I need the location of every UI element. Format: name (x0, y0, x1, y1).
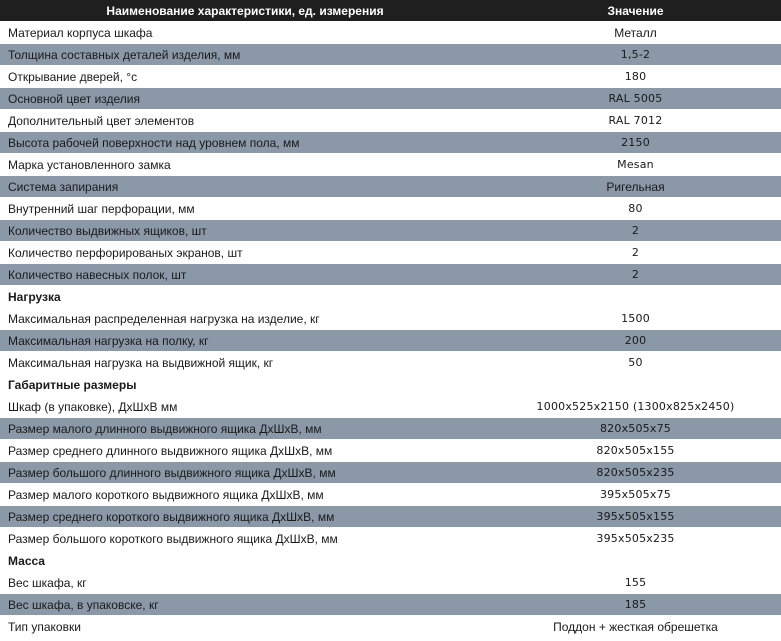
row-name: Материал корпуса шкафа (0, 21, 490, 44)
row-value: 1,5-2 (490, 43, 781, 66)
table-row: Максимальная распределенная нагрузка на … (0, 307, 781, 330)
table-row: Внутренний шаг перфорации, мм 80 (0, 197, 781, 220)
table-row: Открывание дверей, °c 180 (0, 65, 781, 88)
row-value: Металл (490, 21, 781, 44)
table-row: Основной цвет изделия RAL 5005 (0, 87, 781, 110)
row-value: 820x505x155 (490, 439, 781, 462)
row-value: 1000x525x2150 (1300x825x2450) (490, 395, 781, 418)
row-value: 395x505x235 (490, 527, 781, 550)
row-value: Mesan (490, 153, 781, 176)
spec-table: Наименование характеристики, ед. измерен… (0, 0, 781, 638)
table-row: Вес шкафа, кг 155 (0, 571, 781, 594)
row-value: 2 (490, 241, 781, 264)
row-name: Максимальная нагрузка на выдвижной ящик,… (0, 351, 490, 374)
table-row: Количество выдвижных ящиков, шт 2 (0, 219, 781, 242)
row-name: Основной цвет изделия (0, 87, 490, 110)
row-name: Внутренний шаг перфорации, мм (0, 197, 490, 220)
table-row: Максимальная нагрузка на полку, кг 200 (0, 329, 781, 352)
row-value: 185 (490, 593, 781, 616)
row-value: 180 (490, 65, 781, 88)
row-name: Количество навесных полок, шт (0, 263, 490, 286)
row-name: Размер среднего длинного выдвижного ящик… (0, 439, 490, 462)
table-header-row: Наименование характеристики, ед. измерен… (0, 0, 781, 22)
table-row: Марка установленного замка Mesan (0, 153, 781, 176)
row-name: Размер большого длинного выдвижного ящик… (0, 461, 490, 484)
section-title: Нагрузка (0, 285, 781, 308)
section-header-row: Габаритные размеры (0, 373, 781, 396)
row-name: Шкаф (в упаковке), ДхШхВ мм (0, 395, 490, 418)
table-row: Толщина составных деталей изделия, мм 1,5… (0, 43, 781, 66)
header-name-column: Наименование характеристики, ед. измерен… (0, 0, 490, 22)
row-name: Максимальная нагрузка на полку, кг (0, 329, 490, 352)
row-name: Размер большого короткого выдвижного ящи… (0, 527, 490, 550)
table-row: Дополнительный цвет элементов RAL 7012 (0, 109, 781, 132)
row-value: 820x505x235 (490, 461, 781, 484)
section-header-row: Масса (0, 549, 781, 572)
row-name: Количество перфорированых экранов, шт (0, 241, 490, 264)
row-name: Количество выдвижных ящиков, шт (0, 219, 490, 242)
table-row: Вес шкафа, в упаковске, кг 185 (0, 593, 781, 616)
table-row: Размер среднего длинного выдвижного ящик… (0, 439, 781, 462)
row-value: 1500 (490, 307, 781, 330)
row-name: Система запирания (0, 175, 490, 198)
row-value: 395x505x155 (490, 505, 781, 528)
row-name: Вес шкафа, кг (0, 571, 490, 594)
row-value: 155 (490, 571, 781, 594)
table-row: Количество навесных полок, шт 2 (0, 263, 781, 286)
row-value: 395x505x75 (490, 483, 781, 506)
section-title: Масса (0, 549, 781, 572)
row-value: 50 (490, 351, 781, 374)
table-row: Максимальная нагрузка на выдвижной ящик,… (0, 351, 781, 374)
row-value: 80 (490, 197, 781, 220)
table-row: Материал корпуса шкафа Металл (0, 21, 781, 44)
row-value: 2 (490, 219, 781, 242)
row-value: Ригельная (490, 175, 781, 198)
table-row: Тип упаковки Поддон + жесткая обрешетка (0, 615, 781, 638)
table-row: Система запирания Ригельная (0, 175, 781, 198)
row-value: Поддон + жесткая обрешетка (490, 615, 781, 638)
table-row: Размер малого короткого выдвижного ящика… (0, 483, 781, 506)
row-value: RAL 5005 (490, 87, 781, 110)
table-row: Количество перфорированых экранов, шт 2 (0, 241, 781, 264)
row-name: Размер среднего короткого выдвижного ящи… (0, 505, 490, 528)
row-name: Марка установленного замка (0, 153, 490, 176)
table-row: Высота рабочей поверхности над уровнем п… (0, 131, 781, 154)
row-name: Высота рабочей поверхности над уровнем п… (0, 131, 490, 154)
table-row: Шкаф (в упаковке), ДхШхВ мм 1000x525x2150… (0, 395, 781, 418)
row-name: Максимальная распределенная нагрузка на … (0, 307, 490, 330)
row-name: Тип упаковки (0, 615, 490, 638)
row-name: Размер малого длинного выдвижного ящика … (0, 417, 490, 440)
table-row: Размер большого короткого выдвижного ящи… (0, 527, 781, 550)
row-name: Открывание дверей, °c (0, 65, 490, 88)
table-row: Размер среднего короткого выдвижного ящи… (0, 505, 781, 528)
row-name: Толщина составных деталей изделия, мм (0, 43, 490, 66)
header-value-column: Значение (490, 0, 781, 22)
row-value: RAL 7012 (490, 109, 781, 132)
section-title: Габаритные размеры (0, 373, 781, 396)
section-header-row: Нагрузка (0, 285, 781, 308)
spec-table-body: Материал корпуса шкафа Металл Толщина сост… (0, 21, 781, 638)
row-value: 2 (490, 263, 781, 286)
table-row: Размер большого длинного выдвижного ящик… (0, 461, 781, 484)
row-value: 820x505x75 (490, 417, 781, 440)
row-name: Размер малого короткого выдвижного ящика… (0, 483, 490, 506)
row-value: 2150 (490, 131, 781, 154)
row-name: Дополнительный цвет элементов (0, 109, 490, 132)
row-value: 200 (490, 329, 781, 352)
row-name: Вес шкафа, в упаковске, кг (0, 593, 490, 616)
table-row: Размер малого длинного выдвижного ящика … (0, 417, 781, 440)
